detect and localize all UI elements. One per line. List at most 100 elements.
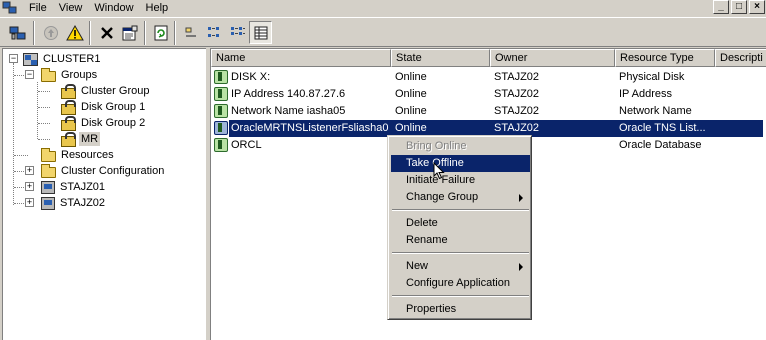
delete-x-icon bbox=[100, 26, 113, 39]
close-icon: × bbox=[754, 1, 760, 12]
cell-type: Oracle Database bbox=[619, 139, 702, 151]
list-view-icon bbox=[230, 26, 245, 35]
minimize-button[interactable]: _ bbox=[713, 0, 729, 14]
column-header-owner[interactable]: Owner bbox=[490, 49, 615, 67]
cluster-config-expand-toggle[interactable]: + bbox=[25, 166, 34, 175]
delete-button[interactable] bbox=[95, 21, 118, 44]
bring-online-button[interactable] bbox=[39, 21, 62, 44]
properties-button[interactable] bbox=[118, 21, 141, 44]
folder-icon bbox=[41, 67, 56, 82]
restore-icon: □ bbox=[735, 1, 743, 12]
tree-label-mr: MR bbox=[79, 132, 101, 146]
menu-item-delete[interactable]: Delete bbox=[391, 215, 530, 232]
cell-type: Network Name bbox=[619, 105, 692, 117]
small-icons-icon bbox=[207, 26, 219, 37]
cell-state: Online bbox=[395, 105, 427, 117]
details-view-button[interactable] bbox=[249, 21, 272, 44]
minimize-icon: _ bbox=[718, 1, 724, 12]
tree-node-stajz02[interactable]: STAJZ02 bbox=[41, 195, 107, 211]
cluster-icon bbox=[23, 52, 38, 66]
cell-type: IP Address bbox=[619, 88, 672, 100]
cluster-admin-app-icon[interactable] bbox=[2, 1, 18, 15]
menu-item-change-group[interactable]: Change Group bbox=[391, 189, 530, 206]
menu-item-properties[interactable]: Properties bbox=[391, 301, 530, 318]
menu-item-new-label: New bbox=[406, 260, 429, 272]
menu-bar: File View Window Help _ □ × bbox=[0, 0, 766, 16]
column-header-resource-type[interactable]: Resource Type bbox=[615, 49, 715, 67]
take-offline-button[interactable] bbox=[63, 21, 86, 44]
cell-owner: 2 bbox=[525, 137, 614, 154]
menu-item-new[interactable]: New bbox=[391, 258, 530, 275]
restore-button[interactable]: □ bbox=[731, 0, 747, 14]
window-controls: _ □ × bbox=[713, 0, 765, 14]
tree-node-cluster-group[interactable]: Cluster Group bbox=[61, 83, 151, 99]
cell-owner: STAJZ02 bbox=[494, 71, 540, 83]
resource-icon bbox=[214, 104, 228, 118]
tree-label-stajz02: STAJZ02 bbox=[60, 197, 106, 209]
table-row[interactable]: IP Address 140.87.27.6 Online STAJZ02 IP… bbox=[211, 86, 766, 103]
cell-name: DISK X: bbox=[231, 71, 271, 83]
tree-node-disk-group-1[interactable]: Disk Group 1 bbox=[61, 99, 147, 115]
submenu-arrow-icon bbox=[519, 194, 523, 202]
group-icon bbox=[61, 83, 76, 99]
menu-item-rename[interactable]: Rename bbox=[391, 232, 530, 249]
menu-separator bbox=[392, 295, 529, 297]
toolbar bbox=[0, 17, 766, 47]
cell-name: OracleMRTNSListenerFsliasha05 bbox=[231, 122, 389, 134]
column-header-description[interactable]: Descripti bbox=[715, 49, 766, 67]
column-header-state[interactable]: State bbox=[391, 49, 490, 67]
server-node-icon bbox=[41, 180, 55, 194]
menu-item-initiate-failure[interactable]: Initiate Failure bbox=[391, 172, 530, 189]
column-header-name[interactable]: Name bbox=[211, 49, 391, 67]
cluster-collapse-toggle[interactable]: − bbox=[9, 54, 18, 63]
tree-node-cluster-configuration[interactable]: Cluster Configuration bbox=[41, 163, 166, 179]
server-node-icon bbox=[41, 196, 55, 210]
tree-label-cluster-group: Cluster Group bbox=[81, 85, 150, 97]
folder-icon bbox=[41, 147, 56, 162]
menu-file[interactable]: File bbox=[24, 0, 54, 16]
menu-help[interactable]: Help bbox=[141, 0, 176, 16]
menu-window[interactable]: Window bbox=[89, 0, 140, 16]
menu-item-take-offline[interactable]: Take Offline bbox=[391, 155, 530, 172]
refresh-icon bbox=[154, 25, 167, 40]
menu-view[interactable]: View bbox=[54, 0, 90, 16]
menu-item-configure-application[interactable]: Configure Application bbox=[391, 275, 530, 292]
list-view-button[interactable] bbox=[226, 21, 249, 44]
tree-label-cluster: CLUSTER1 bbox=[43, 53, 101, 65]
small-icons-button[interactable] bbox=[203, 21, 226, 44]
node-stajz01-expand-toggle[interactable]: + bbox=[25, 182, 34, 191]
cell-state: Online bbox=[395, 71, 427, 83]
open-connection-button[interactable] bbox=[6, 21, 29, 44]
folder-icon bbox=[41, 163, 56, 178]
tree-node-cluster[interactable]: CLUSTER1 bbox=[23, 51, 102, 67]
cell-state: Online bbox=[395, 88, 427, 100]
open-connection-icon bbox=[9, 26, 25, 39]
refresh-button[interactable] bbox=[149, 21, 172, 44]
tree-node-groups[interactable]: Groups bbox=[41, 67, 99, 83]
tree-node-mr[interactable]: MR bbox=[61, 131, 101, 147]
close-button[interactable]: × bbox=[749, 0, 765, 14]
bring-online-icon bbox=[43, 25, 58, 40]
context-menu: Bring Online Take Offline Initiate Failu… bbox=[387, 135, 532, 320]
tree-label-disk-group-1: Disk Group 1 bbox=[81, 101, 146, 113]
tree-label-groups: Groups bbox=[61, 69, 98, 81]
menu-item-change-group-label: Change Group bbox=[406, 191, 479, 203]
table-row[interactable]: DISK X: Online STAJZ02 Physical Disk bbox=[211, 69, 766, 86]
tree-label-disk-group-2: Disk Group 2 bbox=[81, 117, 146, 129]
menu-item-bring-online: Bring Online bbox=[406, 140, 467, 152]
menu-separator bbox=[392, 252, 529, 254]
tree-label-stajz01: STAJZ01 bbox=[60, 181, 106, 193]
cell-name: IP Address 140.87.27.6 bbox=[231, 88, 346, 100]
large-icons-icon bbox=[185, 27, 196, 37]
group-icon bbox=[61, 99, 76, 115]
large-icons-button[interactable] bbox=[179, 21, 202, 44]
groups-collapse-toggle[interactable]: − bbox=[25, 70, 34, 79]
cell-name: Network Name iasha05 bbox=[231, 105, 346, 117]
resource-icon bbox=[214, 87, 228, 101]
cluster-tree[interactable]: − CLUSTER1 − Groups Cluster Group Disk G… bbox=[2, 48, 206, 340]
table-row[interactable]: Network Name iasha05 Online STAJZ02 Netw… bbox=[211, 103, 766, 120]
tree-node-disk-group-2[interactable]: Disk Group 2 bbox=[61, 115, 147, 131]
tree-node-resources[interactable]: Resources bbox=[41, 147, 116, 163]
node-stajz02-expand-toggle[interactable]: + bbox=[25, 198, 34, 207]
tree-node-stajz01[interactable]: STAJZ01 bbox=[41, 179, 107, 195]
